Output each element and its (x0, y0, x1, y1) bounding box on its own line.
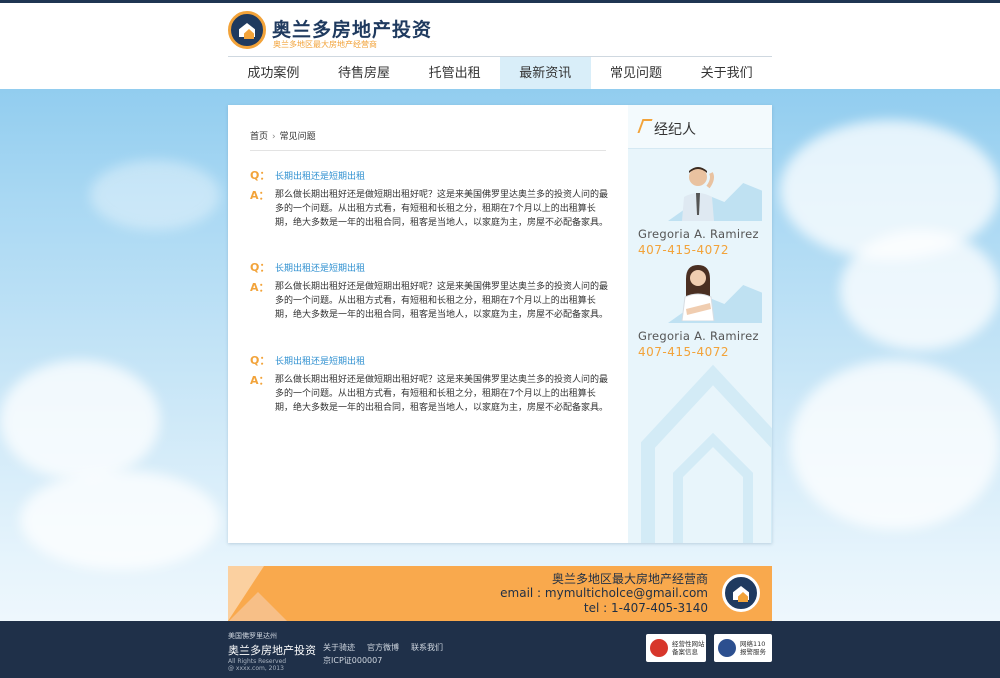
breadcrumb-divider (250, 150, 606, 151)
police-badge[interactable]: 网络110 报警服务 (714, 634, 772, 662)
site-logo[interactable]: 奥兰多房地产投资 奥兰多地区最大房地产经营商 (228, 11, 431, 53)
badge-text: 报警服务 (740, 648, 766, 656)
footer-copyright: @ xxxx.com, 2013 (228, 665, 284, 672)
site-header: 奥兰多房地产投资 奥兰多地区最大房地产经营商 成功案例 待售房屋 托管出租 最新… (0, 3, 1000, 89)
answer-marker: A： (250, 281, 270, 294)
agent-name: Gregoria A. Ramirez (638, 329, 759, 343)
agent-sidebar: 经纪人 Gregoria A. Ramirez 407-415-4072 Gre… (628, 105, 772, 543)
banner-logo-icon (722, 574, 760, 612)
logo-subtitle: 奥兰多地区最大房地产经营商 (273, 40, 377, 49)
contact-banner: 奥兰多地区最大房地产经营商 email : mymulticholce@gmai… (228, 566, 772, 621)
answer-text: 那么做长期出租好还是做短期出租好呢？这是来美国佛罗里达奥兰多的投资人问的最多的一… (275, 190, 609, 229)
agent-name: Gregoria A. Ramirez (638, 227, 759, 241)
agent-card[interactable]: Gregoria A. Ramirez 407-415-4072 (628, 161, 772, 261)
cloud-decoration (790, 360, 1000, 530)
agent-card[interactable]: Gregoria A. Ramirez 407-415-4072 (628, 263, 772, 363)
site-footer: 美国佛罗里达州 奥兰多房地产投资 All Rights Reserved @ x… (0, 621, 1000, 678)
breadcrumb-current: 常见问题 (279, 132, 316, 142)
cloud-decoration (840, 230, 1000, 350)
nav-item-for-sale[interactable]: 待售房屋 (319, 57, 410, 89)
nav-item-news[interactable]: 最新资讯 (499, 57, 591, 89)
footer-brand-location: 美国佛罗里达州 (228, 632, 277, 640)
faq-content: 首页 › 常见问题 Q： 长期出租还是短期出租 A： 那么做长期出租好还是做短期出租… (228, 105, 628, 543)
answer-marker: A： (250, 374, 270, 387)
footer-link-about[interactable]: 关于骑迹 (323, 642, 355, 653)
agent-photo (682, 167, 714, 221)
badge-text: 备案信息 (672, 648, 698, 656)
question-link[interactable]: 长期出租还是短期出租 (275, 261, 365, 274)
agent-phone: 407-415-4072 (638, 345, 730, 359)
question-link[interactable]: 长期出租还是短期出租 (275, 169, 365, 182)
badge-text: 经营性网站 (672, 640, 705, 648)
banner-phone: tel : 1-407-405-3140 (583, 601, 708, 615)
question-marker: Q： (250, 169, 271, 182)
answer-text: 那么做长期出租好还是做短期出租好呢？这是来美国佛罗里达奥兰多的投资人问的最多的一… (275, 375, 609, 414)
footer-link-contact[interactable]: 联系我们 (411, 642, 443, 653)
breadcrumb-home[interactable]: 首页 (250, 132, 268, 142)
banner-tagline: 奥兰多地区最大房地产经营商 (551, 572, 708, 586)
footer-icp: 京ICP证000007 (323, 656, 383, 665)
sidebar-title: 经纪人 (654, 122, 696, 138)
house-outline-decoration (641, 364, 772, 543)
banner-contact-info: 奥兰多地区最大房地产经营商 email : mymulticholce@gmai… (500, 572, 708, 616)
question-marker: Q： (250, 354, 271, 367)
answer-text: 那么做长期出租好还是做短期出租好呢？这是来美国佛罗里达奥兰多的投资人问的最多的一… (275, 282, 609, 321)
logo-title: 奥兰多房地产投资 (272, 19, 433, 41)
police-shield-icon (718, 639, 736, 657)
nav-item-rental[interactable]: 托管出租 (409, 57, 500, 89)
footer-link-weibo[interactable]: 官方微博 (367, 642, 399, 653)
chevron-right-icon: › (272, 132, 276, 142)
footer-brand: 美国佛罗里达州 奥兰多房地产投资 All Rights Reserved @ x… (228, 631, 316, 672)
footer-rights: All Rights Reserved (228, 658, 287, 665)
nav-item-about[interactable]: 关于我们 (681, 57, 772, 89)
nav-item-faq[interactable]: 常见问题 (591, 57, 682, 89)
agent-photo (681, 265, 715, 321)
question-marker: Q： (250, 261, 271, 274)
sidebar-header: 经纪人 (628, 105, 772, 149)
cloud-decoration (20, 470, 220, 570)
footer-links: 关于骑迹 官方微博 联系我们 (323, 642, 443, 653)
cloud-decoration (90, 160, 220, 230)
badge-text: 网络110 (740, 640, 766, 648)
main-nav: 成功案例 待售房屋 托管出租 最新资讯 常见问题 关于我们 (228, 57, 772, 89)
question-link[interactable]: 长期出租还是短期出租 (275, 354, 365, 367)
banner-email[interactable]: email : mymulticholce@gmail.com (500, 586, 708, 601)
answer-marker: A： (250, 189, 270, 202)
footer-brand-name: 奥兰多房地产投资 (228, 644, 316, 657)
corner-arrow-icon (637, 119, 653, 133)
agent-phone: 407-415-4072 (638, 243, 730, 257)
logo-house-icon (228, 11, 266, 49)
shield-icon (650, 639, 668, 657)
main-card: 首页 › 常见问题 Q： 长期出租还是短期出租 A： 那么做长期出租好还是做短期出租… (228, 105, 772, 543)
record-badge[interactable]: 经营性网站 备案信息 (646, 634, 706, 662)
cloud-decoration (0, 360, 160, 480)
nav-item-cases[interactable]: 成功案例 (228, 57, 319, 89)
breadcrumb: 首页 › 常见问题 (250, 129, 316, 142)
